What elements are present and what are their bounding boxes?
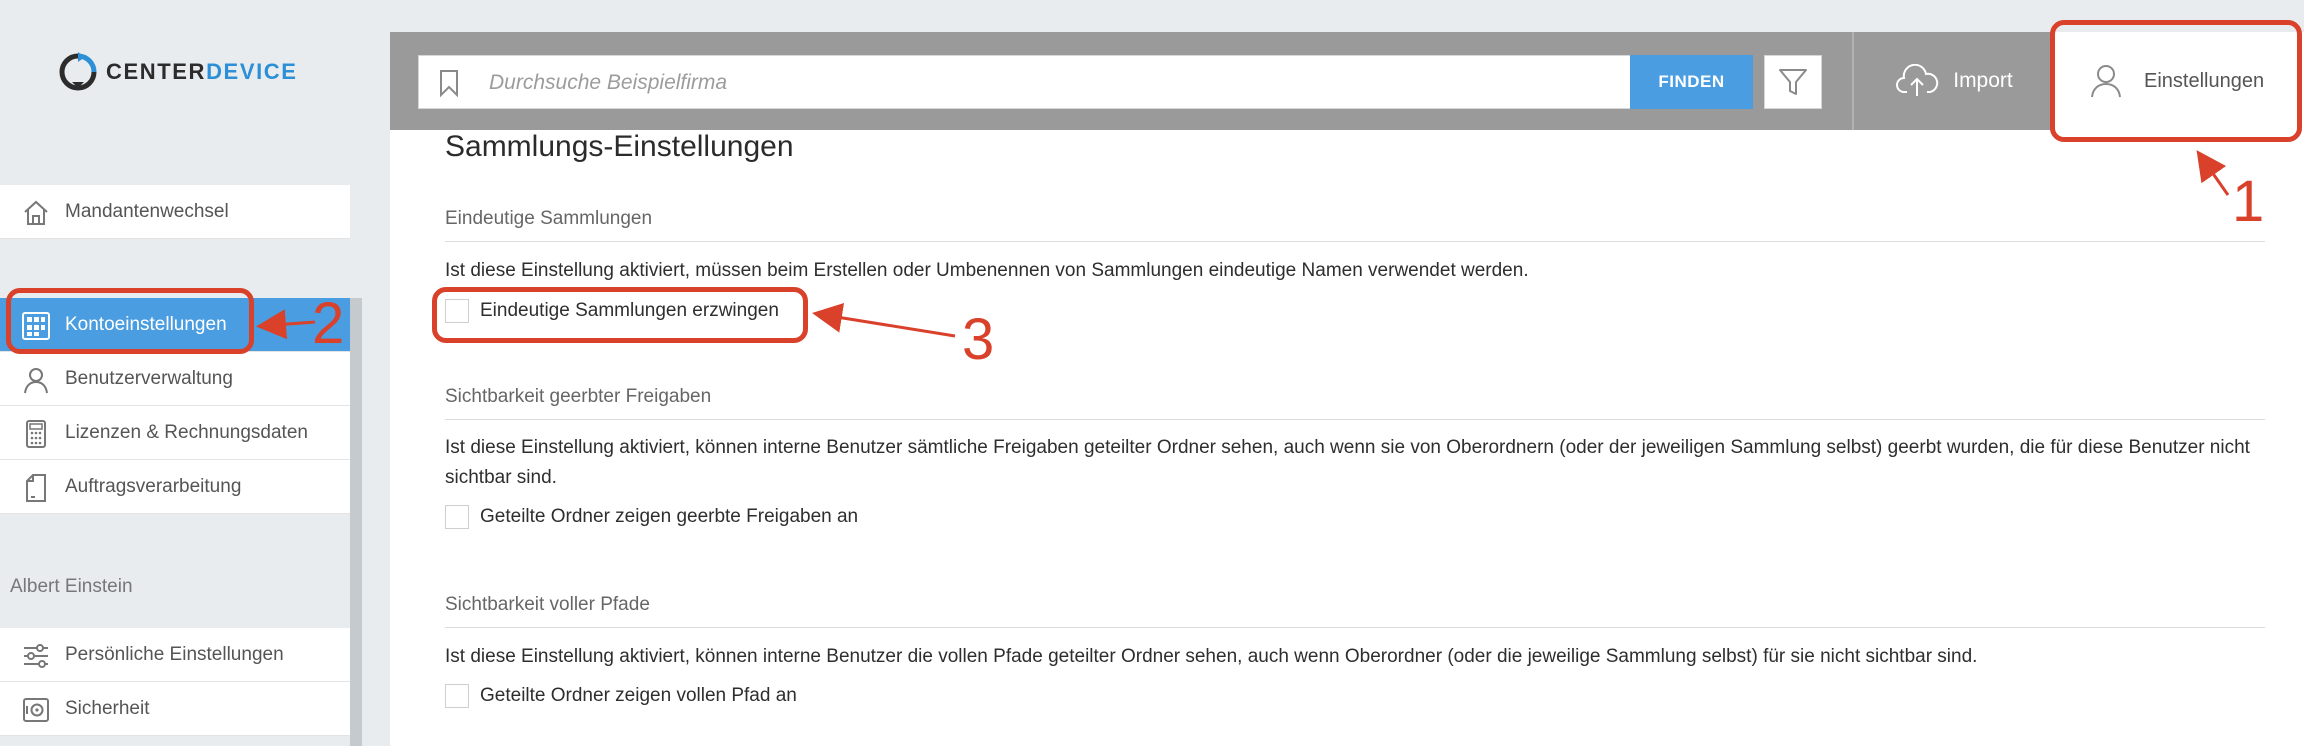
annotation-number-3: 3 — [962, 307, 995, 372]
section-heading: Eindeutige Sammlungen — [445, 208, 653, 229]
sidebar-item-kontoeinstellungen[interactable]: Kontoeinstellungen — [0, 298, 350, 352]
logo-icon — [59, 52, 97, 91]
sidebar-scrollbar[interactable] — [350, 298, 362, 746]
cloud-upload-icon — [1896, 64, 1939, 96]
bookmark-icon[interactable] — [439, 69, 459, 97]
checkbox-label: Geteilte Ordner zeigen vollen Pfad an — [480, 685, 797, 706]
section-description: Ist diese Einstellung aktiviert, können … — [445, 437, 2250, 488]
section-divider — [445, 419, 2265, 420]
annotation-number-2: 2 — [312, 291, 345, 356]
document-icon — [26, 474, 46, 502]
sidebar-item-benutzerverwaltung[interactable]: Benutzerverwaltung — [0, 352, 350, 406]
checkbox-box[interactable] — [445, 505, 469, 529]
search-box — [418, 55, 1633, 110]
user-icon — [2091, 65, 2121, 98]
sidebar-item-sicherheit[interactable]: Sicherheit — [0, 682, 350, 736]
sliders-icon — [24, 644, 48, 668]
centerdevice-logo[interactable]: CENTERDEVICE — [58, 52, 298, 92]
main-content: Sammlungs-Einstellungen Eindeutige Samml… — [390, 130, 2304, 746]
checkbox-label: Eindeutige Sammlungen erzwingen — [480, 300, 779, 321]
page-title: Sammlungs-Einstellungen — [445, 130, 794, 163]
section-divider — [445, 241, 2265, 242]
settings-tab[interactable]: Einstellungen — [2054, 32, 2304, 130]
unique-collections-checkbox[interactable]: Eindeutige Sammlungen erzwingen — [445, 299, 779, 323]
search-input[interactable] — [487, 56, 1621, 110]
sidebar-item-label: Sicherheit — [65, 697, 150, 719]
calculator-icon — [26, 420, 46, 448]
sidebar: CENTERDEVICE Mandantenwechsel Kontoeinst… — [0, 0, 362, 746]
section-description: Ist diese Einstellung aktiviert, müssen … — [445, 260, 1529, 281]
grid-icon — [22, 312, 50, 340]
annotation-number-1: 1 — [2232, 169, 2265, 234]
inherited-shares-checkbox[interactable]: Geteilte Ordner zeigen geerbte Freigaben… — [445, 505, 858, 529]
sidebar-item-label: Auftragsverarbeitung — [65, 475, 242, 497]
sidebar-item-label: Persönliche Einstellungen — [65, 643, 284, 665]
import-label: Import — [1953, 69, 2013, 92]
sidebar-item-persoenliche-einstellungen[interactable]: Persönliche Einstellungen — [0, 628, 350, 682]
sidebar-item-lizenzen[interactable]: Lizenzen & Rechnungsdaten — [0, 406, 350, 460]
user-icon — [24, 368, 48, 394]
sidebar-item-label: Mandantenwechsel — [65, 200, 229, 222]
user-section-title: Albert Einstein — [10, 576, 133, 597]
checkbox-box[interactable] — [445, 684, 469, 708]
full-path-checkbox[interactable]: Geteilte Ordner zeigen vollen Pfad an — [445, 684, 797, 708]
top-bar: FINDEN Import Einstellungen — [390, 32, 2304, 130]
checkbox-box[interactable] — [445, 299, 469, 323]
sidebar-item-auftragsverarbeitung[interactable]: Auftragsverarbeitung — [0, 460, 350, 514]
filter-icon — [1779, 69, 1807, 95]
section-divider — [445, 627, 2265, 628]
settings-label: Einstellungen — [2144, 69, 2265, 92]
find-button[interactable]: FINDEN — [1630, 55, 1753, 109]
section-heading: Sichtbarkeit geerbter Freigaben — [445, 386, 712, 407]
sidebar-item-label: Benutzerverwaltung — [65, 367, 233, 389]
logo-text: CENTERDEVICE — [106, 59, 298, 84]
sidebar-item-label: Lizenzen & Rechnungsdaten — [65, 421, 308, 443]
section-heading: Sichtbarkeit voller Pfade — [445, 594, 650, 615]
filter-button[interactable] — [1764, 55, 1822, 109]
section-description: Ist diese Einstellung aktiviert, können … — [445, 646, 1978, 667]
checkbox-label: Geteilte Ordner zeigen geerbte Freigaben… — [480, 506, 859, 527]
home-icon — [24, 200, 48, 225]
sidebar-item-label: Kontoeinstellungen — [65, 313, 227, 335]
import-button[interactable]: Import — [1854, 32, 2054, 130]
sidebar-item-mandantenwechsel[interactable]: Mandantenwechsel — [0, 185, 350, 239]
safe-icon — [23, 698, 49, 722]
